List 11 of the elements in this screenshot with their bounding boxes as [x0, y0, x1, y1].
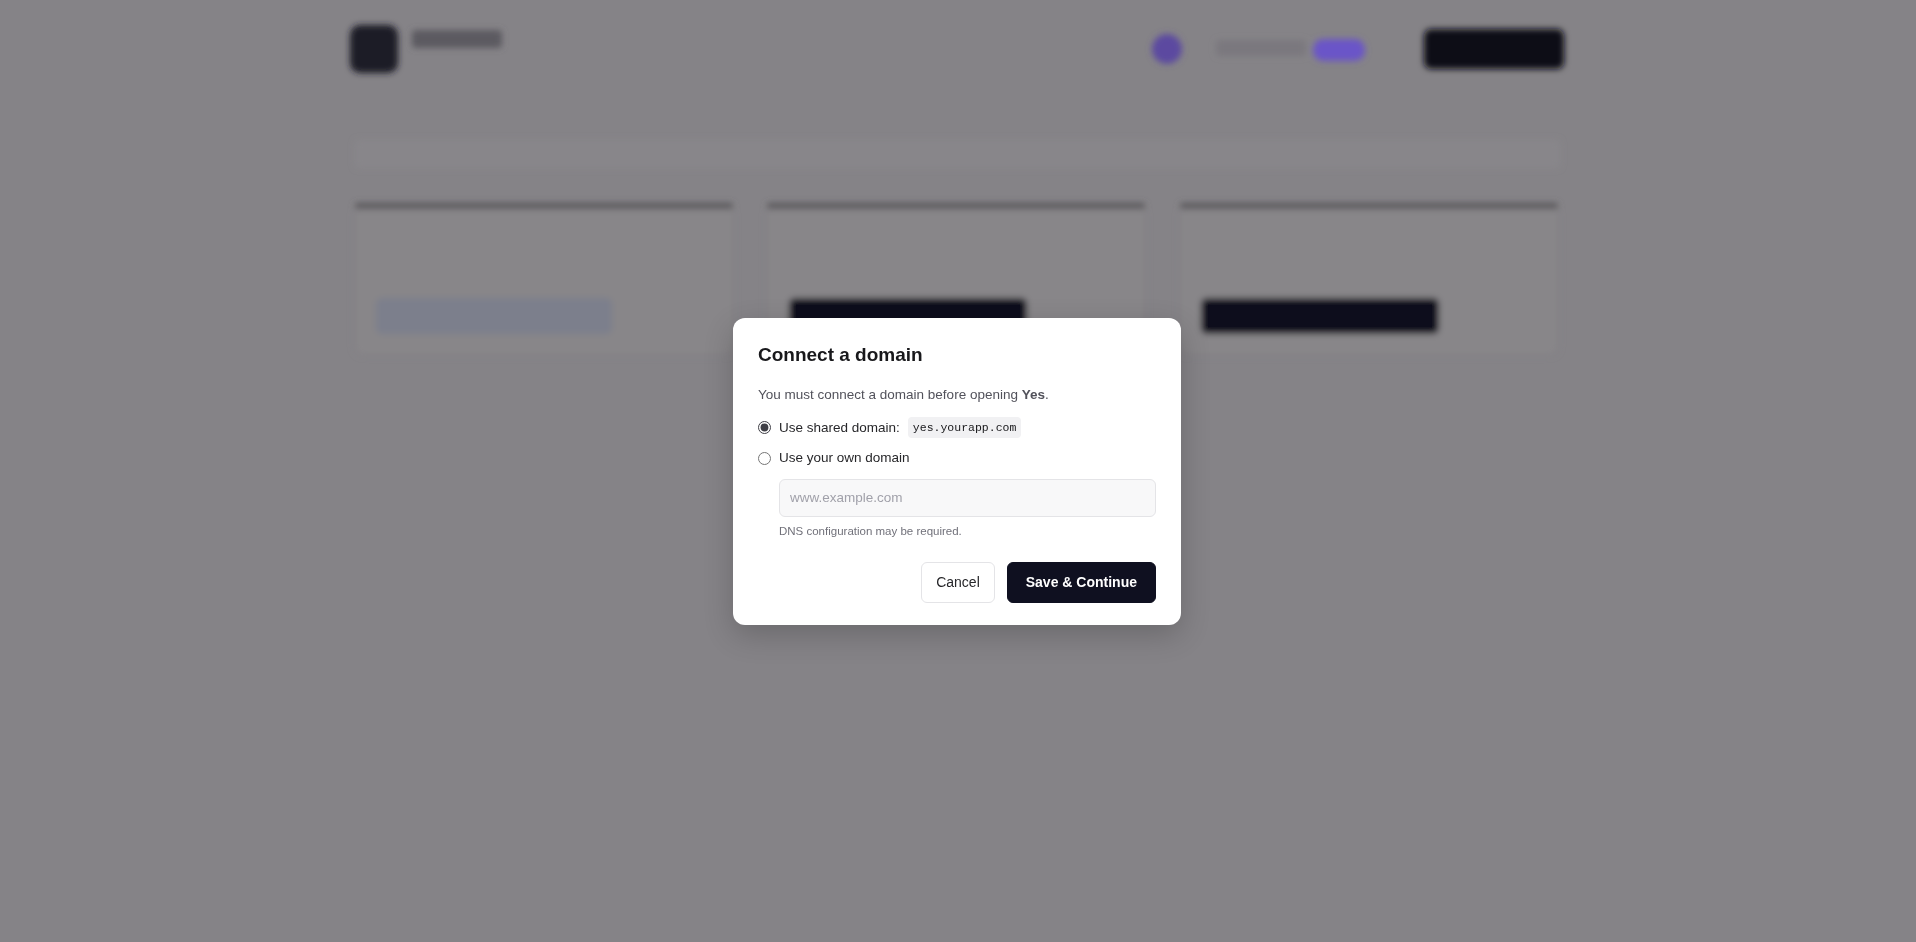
radio-button[interactable] [758, 421, 771, 435]
radio-button[interactable] [758, 451, 771, 465]
dialog-title: Connect a domain [758, 344, 924, 367]
hint-text: DNS configuration may be required. [779, 523, 963, 539]
domain-code: yes.yourapp.com [907, 417, 1022, 439]
option-label[interactable]: Use shared domain: [779, 417, 900, 438]
dialog-message: You must connect a domain before opening Yes. [758, 385, 1050, 404]
option-label[interactable]: Use your own domain [779, 448, 910, 469]
cancel-button[interactable]: Cancel [921, 562, 995, 604]
domain-input-field[interactable]: www.example.com [779, 478, 1156, 517]
save-button[interactable]: Save & Continue [1006, 562, 1156, 604]
